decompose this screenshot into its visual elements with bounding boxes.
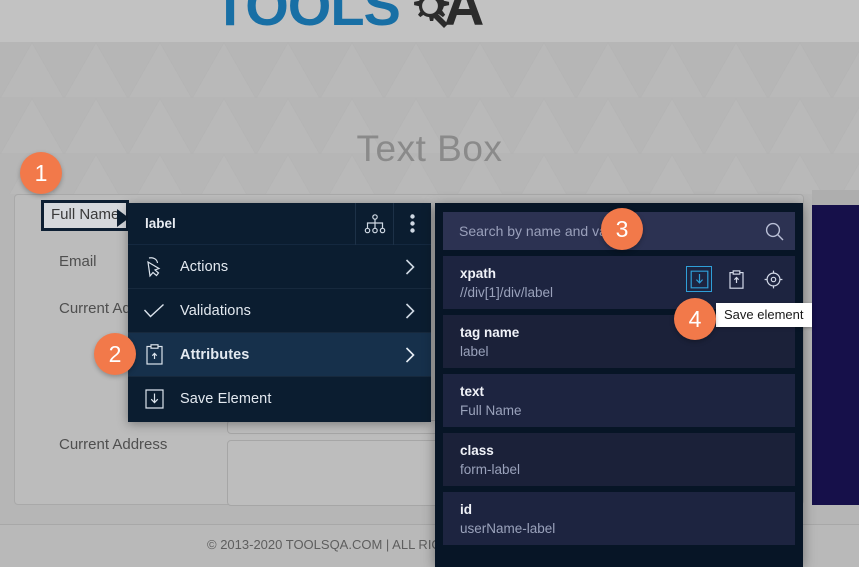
attribute-row-id[interactable]: id userName-label — [443, 492, 795, 545]
menu-item-label: Save Element — [180, 390, 272, 407]
attribute-name: id — [460, 502, 472, 517]
menu-item-label: Actions — [180, 258, 229, 275]
cursor-click-icon — [128, 256, 180, 278]
page-title: Text Box — [356, 128, 503, 169]
attribute-name: class — [460, 443, 494, 458]
chevron-right-icon — [405, 258, 415, 275]
more-vertical-icon[interactable] — [393, 202, 431, 245]
step-badge-2: 2 — [94, 333, 136, 375]
copy-clipboard-icon[interactable] — [724, 267, 748, 291]
attribute-value: form-label — [460, 461, 521, 477]
attribute-row-class[interactable]: class form-label — [443, 433, 795, 486]
attribute-name: text — [460, 384, 485, 399]
attributes-list: xpath //div[1]/div/label tag name label … — [443, 256, 795, 551]
attribute-value: Full Name — [460, 402, 522, 418]
menu-item-save-element[interactable]: Save Element — [128, 377, 431, 420]
save-element-icon — [128, 388, 180, 409]
menu-item-label: Attributes — [180, 346, 250, 363]
step-badge-1: 1 — [20, 152, 62, 194]
search-input[interactable] — [443, 223, 753, 239]
attribute-row-actions — [686, 266, 785, 292]
target-icon[interactable] — [761, 267, 785, 291]
step-badge-3: 3 — [601, 208, 643, 250]
menu-item-attributes[interactable]: Attributes — [128, 333, 431, 376]
search-icon[interactable] — [753, 222, 795, 241]
step-badge-4: 4 — [674, 298, 716, 340]
menu-item-label: Validations — [180, 302, 251, 319]
attribute-row-text[interactable]: text Full Name — [443, 374, 795, 427]
label-current-address: Current Address — [59, 436, 168, 453]
hierarchy-icon[interactable] — [355, 202, 393, 245]
toolsqa-logo[interactable]: TOOLS A — [213, 0, 484, 34]
promo-strip — [812, 190, 859, 206]
attribute-row-xpath[interactable]: xpath //div[1]/div/label — [443, 256, 795, 309]
label-email: Email — [59, 253, 97, 270]
check-icon — [128, 303, 180, 319]
chevron-right-icon — [405, 346, 415, 363]
logo-text-tools: TOOLS — [213, 0, 401, 37]
footer-copyright: © 2013-2020 TOOLSQA.COM | ALL RIGH — [207, 537, 451, 552]
context-menu-title: label — [145, 216, 176, 231]
attribute-value: label — [460, 343, 489, 359]
menu-item-actions[interactable]: Actions — [128, 245, 431, 288]
save-element-tooltip: Save element — [716, 303, 812, 327]
promo-panel: ...eflect ...pdating t robust ...mation. — [812, 205, 859, 505]
hero-banner: Text Box — [0, 42, 859, 194]
save-element-icon[interactable] — [686, 266, 712, 292]
context-menu-header: label — [128, 202, 431, 245]
attributes-panel: xpath //div[1]/div/label — [435, 203, 803, 567]
menu-item-validations[interactable]: Validations — [128, 289, 431, 332]
chevron-right-icon — [405, 302, 415, 319]
triangle-pattern — [0, 42, 859, 194]
site-logo-band: TOOLS A — [0, 0, 859, 42]
attribute-value: userName-label — [460, 520, 556, 536]
gear-magnifier-icon — [402, 0, 458, 34]
element-context-menu: label Actions Validations Attributes Sav… — [128, 202, 431, 422]
